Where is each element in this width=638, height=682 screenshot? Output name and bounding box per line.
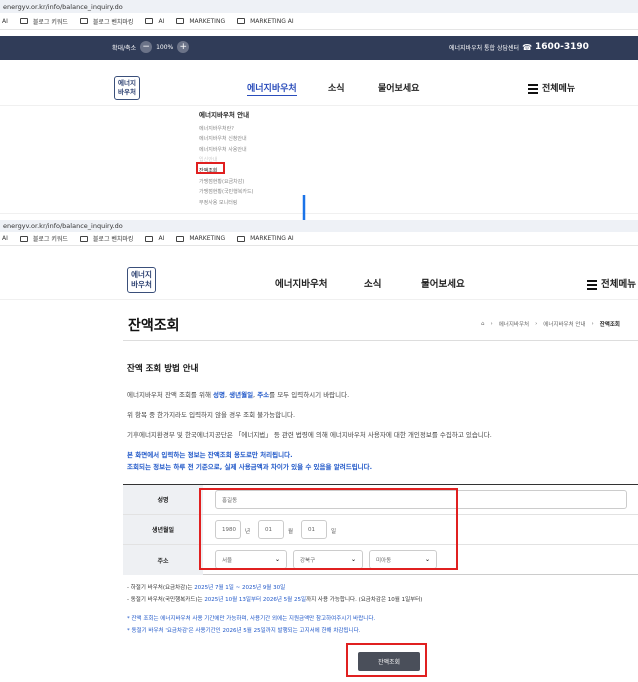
folder-icon [79, 235, 88, 242]
folder-icon [79, 18, 88, 24]
nav-faq[interactable]: 물어보세요 [421, 276, 465, 290]
bookmark-marketing-ai[interactable]: MARKETING AI [237, 235, 294, 242]
birth-label: 생년월일 [123, 515, 203, 544]
home-icon[interactable]: ⌂ [481, 321, 485, 327]
bookmark-blog-benchmark[interactable]: 블로그 벤치마킹 [79, 17, 133, 26]
section-title: 잔액 조회 방법 안내 [127, 364, 199, 374]
folder-icon [145, 18, 154, 24]
hamburger-icon [587, 278, 597, 292]
site-logo[interactable]: 에너지 바우처 [127, 267, 156, 293]
dropdown-item[interactable]: 에너지바우처 사용안내 [199, 145, 254, 156]
zoom-in-button[interactable]: + [177, 41, 190, 53]
breadcrumb-item[interactable]: 에너지바우처 안내 [543, 320, 585, 328]
dropdown-item[interactable]: 에너지바우처란? [199, 124, 254, 135]
privacy-text: 기후에너지환경부 및 한국에너지공단은 「에너지법」 등 관련 법령에 의해 에… [127, 431, 492, 439]
phone-number: 1600-3190 [535, 42, 589, 52]
bookmark-blog-benchmark[interactable]: 블로그 벤치마킹 [79, 234, 133, 243]
all-menu-button[interactable]: 전체메뉴 [587, 276, 636, 292]
bookmark-ai-2[interactable]: AI [145, 235, 164, 242]
dropdown-item[interactable]: 가맹점현황(국민행복카드) [199, 187, 254, 198]
hamburger-icon [528, 82, 538, 96]
dropdown-item[interactable]: 에너지바우처 신청안내 [199, 134, 254, 145]
folder-icon [237, 18, 246, 24]
zoom-level: 100% [156, 43, 174, 51]
divider [123, 340, 638, 341]
folder-icon [19, 18, 28, 24]
winter-period-text: - 동절기 바우처(국민행복카드)는 2025년 10월 13일부터 2026년… [127, 597, 423, 603]
utility-bar: 확대/축소 − 100% + 에너지바우처 통합 상담센터 ☎ 1600-319… [0, 36, 638, 60]
notice-text: 조회되는 정보는 하루 전 기준으로, 실제 사용금액과 차이가 있을 수 있음… [127, 463, 373, 471]
nav-faq[interactable]: 물어보세요 [378, 81, 419, 94]
nav-energy-voucher[interactable]: 에너지바우처 [247, 81, 297, 96]
folder-icon [19, 235, 28, 242]
bookmark-blog-keyword[interactable]: 블로그 키워드 [19, 17, 68, 26]
folder-icon [237, 235, 246, 242]
zoom-control: 확대/축소 − 100% + [112, 41, 190, 53]
phone-icon: ☎ [522, 42, 533, 52]
instruction-text: 위 항목 중 한가지라도 입력하지 않을 경우 조회 불가능합니다. [127, 411, 296, 419]
address-label: 주소 [123, 545, 203, 575]
divider [0, 213, 638, 214]
bookmark-ai[interactable]: AI [2, 18, 8, 25]
breadcrumb-item[interactable]: 에너지바우처 [499, 320, 529, 328]
page-title: 잔액조회 [128, 318, 180, 334]
highlight-box [196, 162, 225, 174]
name-label: 성명 [123, 485, 203, 514]
call-center: 에너지바우처 통합 상담센터 ☎ 1600-3190 [449, 42, 589, 52]
nav-news[interactable]: 소식 [364, 276, 381, 290]
zoom-out-button[interactable]: − [140, 41, 153, 53]
all-menu-button[interactable]: 전체메뉴 [528, 81, 575, 96]
dropdown-item[interactable]: 부정사용 모니터링 [199, 198, 254, 209]
bookmark-ai-2[interactable]: AI [145, 18, 164, 25]
folder-icon [176, 235, 185, 242]
breadcrumb: ⌂ › 에너지바우처 › 에너지바우처 안내 › 잔액조회 [481, 320, 620, 328]
winter-note: * 동절기 바우처 '요금차감'은 사용기간인 2026년 5월 25일까지 발… [127, 628, 361, 634]
bookmark-ai[interactable]: AI [2, 235, 8, 242]
bookmark-marketing-ai[interactable]: MARKETING AI [237, 18, 294, 25]
divider [0, 105, 638, 106]
dropdown-item[interactable]: 가맹점현황(요금차감) [199, 177, 254, 188]
dropdown-menu: 에너지바우처 안내 에너지바우처란? 에너지바우처 신청안내 에너지바우처 사용… [199, 110, 254, 208]
bookmarks-bar: AI 블로그 키워드 블로그 벤치마킹 AI MARKETING MARKETI… [0, 13, 638, 30]
nav-news[interactable]: 소식 [328, 81, 345, 94]
divider [0, 299, 638, 300]
highlight-box [346, 643, 427, 677]
bookmark-blog-keyword[interactable]: 블로그 키워드 [19, 234, 68, 243]
notice-text: 본 화면에서 입력하는 정보는 잔액조회 용도로만 처리됩니다. [127, 451, 293, 459]
site-logo[interactable]: 에너지 바우처 [114, 76, 140, 100]
folder-icon [176, 18, 185, 24]
instruction-text: 에너지바우처 잔액 조회를 위해 성명, 생년월일, 주소를 모두 입력하시기 … [127, 391, 350, 399]
bookmark-marketing[interactable]: MARKETING [176, 18, 225, 25]
highlight-box [199, 488, 458, 570]
breadcrumb-current: 잔액조회 [599, 322, 620, 328]
bookmarks-bar: AI 블로그 키워드 블로그 벤치마킹 AI MARKETING MARKETI… [0, 232, 638, 246]
summer-period-text: - 하절기 바우처(요금차감)는 2025년 7월 1일 ~ 2025년 9월 … [127, 585, 286, 591]
balance-note: * 잔액 조회는 에너지바우처 사용 기간에만 가능하며, 사용기간 외에는 지… [127, 616, 376, 622]
folder-icon [145, 235, 154, 242]
bookmark-marketing[interactable]: MARKETING [176, 235, 225, 242]
address-bar[interactable]: energyv.or.kr/info/balance_inquiry.do [0, 220, 638, 232]
address-bar[interactable]: energyv.or.kr/info/balance_inquiry.do [0, 0, 638, 13]
nav-energy-voucher[interactable]: 에너지바우처 [275, 276, 327, 290]
dropdown-heading: 에너지바우처 안내 [199, 111, 250, 119]
